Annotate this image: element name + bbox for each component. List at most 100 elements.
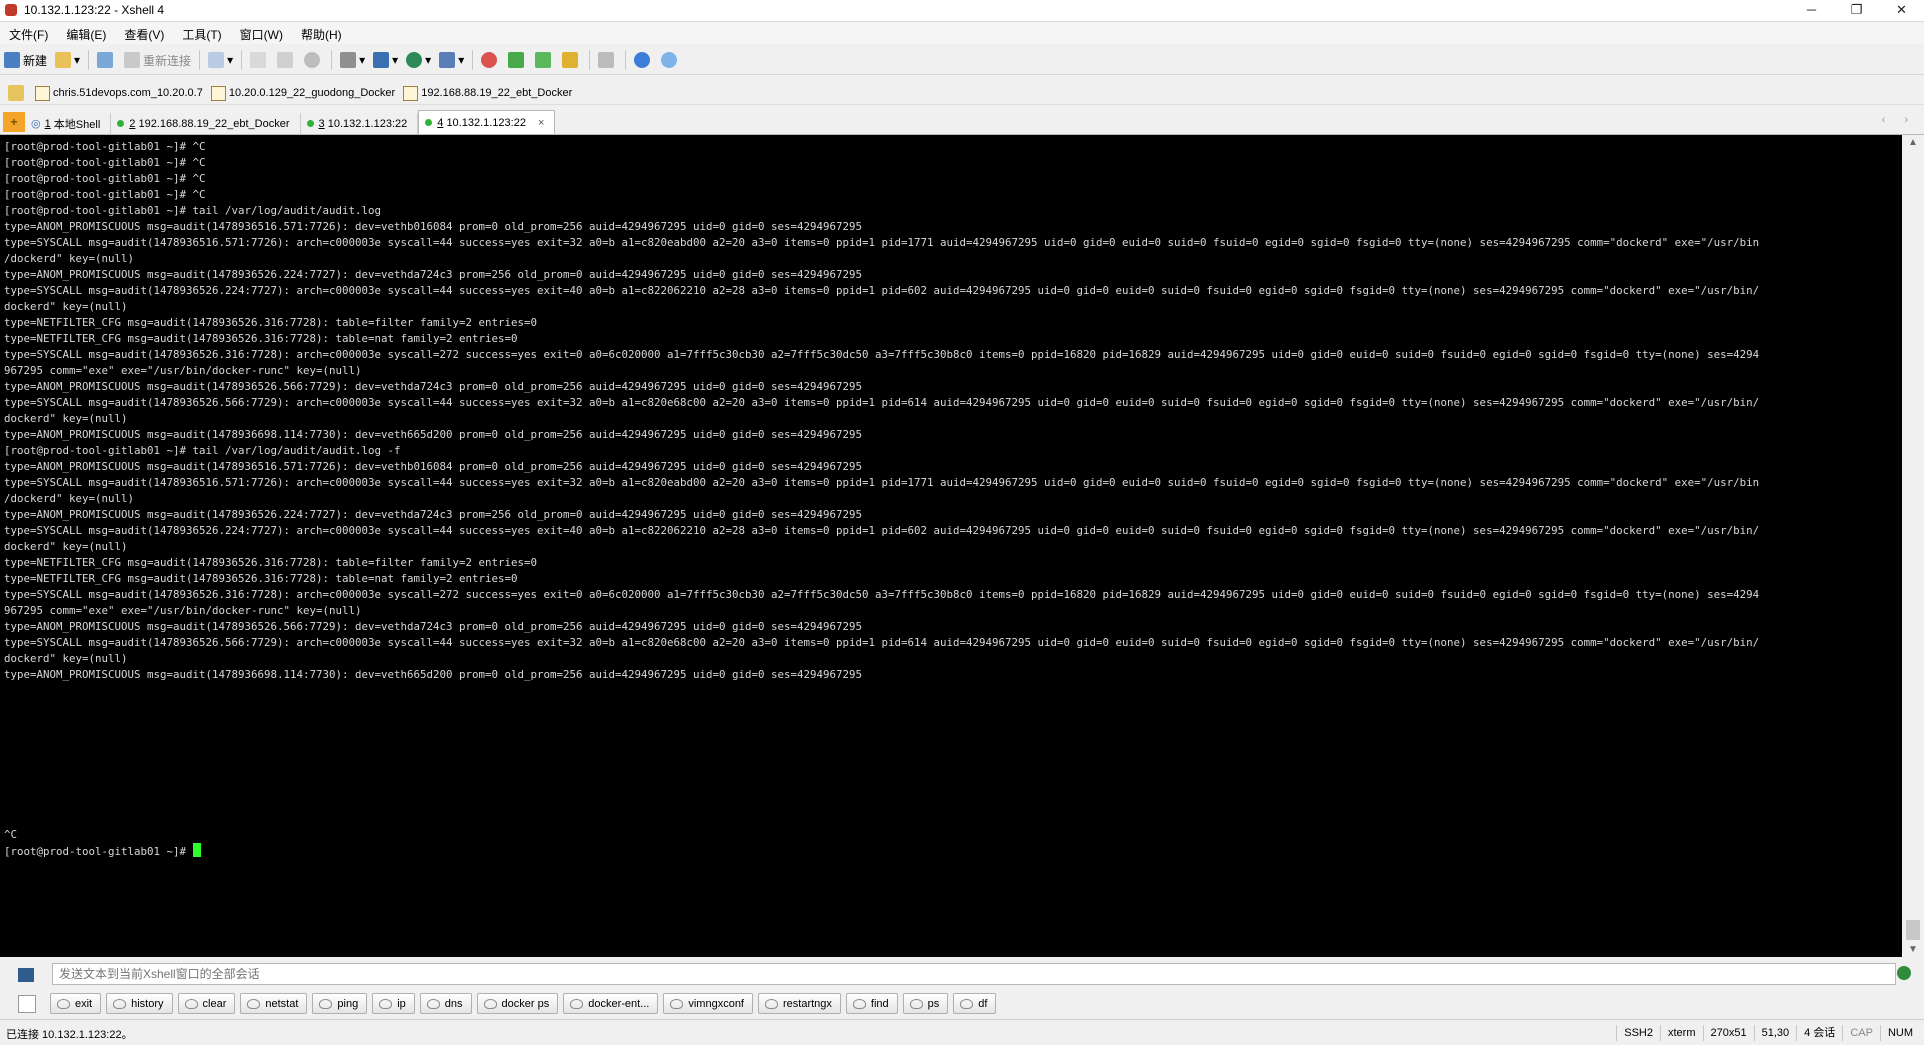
cloud-icon [379, 998, 393, 1009]
menu-tools[interactable]: 工具(T) [173, 22, 230, 44]
quick-command-button[interactable]: vimngxconf [663, 993, 753, 1014]
find-button[interactable] [300, 49, 327, 71]
quick-command-button[interactable]: exit [50, 993, 102, 1014]
quick-command-label: docker-ent... [588, 997, 650, 1010]
status-protocol: SSH2 [1616, 1024, 1660, 1041]
quick-command-button[interactable]: find [845, 993, 898, 1014]
status-caps-lock: CAP [1842, 1024, 1880, 1041]
new-session-label: 新建 [23, 53, 48, 68]
tab-scroll-arrows[interactable]: ‹ › [1882, 114, 1916, 126]
link-item[interactable]: 10.20.0.129_22_guodong_Docker [210, 85, 395, 101]
link-icon [97, 52, 114, 68]
status-terminal-size: 270x51 [1702, 1024, 1754, 1041]
quick-command-label: docker ps [501, 997, 550, 1010]
quick-command-button[interactable]: clear [177, 993, 236, 1014]
menu-window[interactable]: 窗口(W) [231, 22, 292, 44]
scroll-down-icon[interactable]: ▼ [1908, 944, 1918, 955]
font-button[interactable]: ▾ [435, 49, 468, 71]
cloud-icon [765, 998, 778, 1009]
print-button[interactable]: ▾ [336, 49, 369, 71]
toolbar-divider [331, 50, 333, 70]
shell-icon: ◎ [31, 118, 41, 130]
status-terminal-type: xterm [1660, 1024, 1703, 1041]
quick-command-label: history [131, 997, 164, 1010]
xftp-icon [481, 52, 498, 68]
quick-command-menu-icon[interactable] [18, 994, 36, 1013]
keyboard-button[interactable] [594, 49, 621, 71]
link-label: 192.168.88.19_22_ebt_Docker [421, 87, 573, 99]
maximize-button[interactable]: ❐ [1834, 0, 1879, 21]
scrollbar-thumb[interactable] [1906, 920, 1920, 940]
quick-command-button[interactable]: docker ps [476, 993, 559, 1014]
help-button[interactable] [630, 49, 657, 71]
paste-button[interactable] [273, 49, 300, 71]
scroll-up-icon[interactable]: ▲ [1908, 137, 1918, 148]
tab-label: 10.132.1.123:22 [446, 116, 526, 129]
quick-command-button[interactable]: df [953, 993, 997, 1014]
cloud-icon [960, 998, 974, 1009]
connection-status: 已连接 10.132.1.123:22。 [6, 1029, 133, 1041]
connect-button[interactable] [93, 49, 120, 71]
quick-command-button[interactable]: netstat [240, 993, 308, 1014]
quick-command-label: ping [337, 997, 359, 1010]
transfer-icon [373, 52, 390, 68]
quick-command-bar: exit history clear netstat ping ip dns d… [0, 991, 1924, 1016]
terminal-scrollbar[interactable]: ▲ ▼ [1902, 135, 1924, 957]
quick-command-button[interactable]: ps [902, 993, 949, 1014]
tab-session-3[interactable]: 3 10.132.1.123:22 [301, 113, 419, 134]
quick-command-button[interactable]: dns [419, 993, 472, 1014]
xmanager-button[interactable] [504, 49, 531, 71]
link-item[interactable]: chris.51devops.com_10.20.0.7 [35, 85, 203, 101]
lock-button[interactable] [558, 49, 585, 71]
menu-file[interactable]: 文件(F) [0, 22, 57, 44]
close-button[interactable]: ✕ [1879, 0, 1924, 21]
link-item[interactable]: 192.168.88.19_22_ebt_Docker [403, 85, 573, 101]
close-tab-icon[interactable]: × [538, 117, 544, 129]
copy-button[interactable] [246, 49, 273, 71]
cloud-icon [670, 998, 684, 1009]
links-folder-icon[interactable] [8, 85, 24, 101]
quick-command-label: dns [444, 997, 463, 1010]
session-icon [210, 85, 226, 101]
xftp-button[interactable] [477, 49, 504, 71]
cloud-icon [426, 998, 440, 1009]
terminal-log: [root@prod-tool-gitlab01 ~]# ^C [root@pr… [4, 140, 1760, 681]
layout-button[interactable] [531, 49, 558, 71]
menu-help[interactable]: 帮助(H) [292, 22, 351, 44]
quick-command-button[interactable]: ip [372, 993, 415, 1014]
menu-view[interactable]: 查看(V) [115, 22, 173, 44]
window-title: 10.132.1.123:22 - Xshell 4 [24, 3, 165, 17]
quick-command-button[interactable]: history [106, 993, 173, 1014]
add-tab-button[interactable]: + [3, 112, 25, 132]
tab-session-2[interactable]: 2 192.168.88.19_22_ebt_Docker [111, 113, 301, 134]
cloud-icon [483, 998, 497, 1009]
cloud-icon [319, 998, 333, 1009]
new-session-button[interactable]: 新建 [0, 49, 51, 71]
connected-dot-icon [117, 120, 125, 127]
properties-button[interactable]: ▾ [204, 49, 237, 71]
toolbar-divider [199, 50, 201, 70]
tab-local-shell[interactable]: ◎ 1 本地Shell [25, 113, 112, 134]
quick-command-button[interactable]: restartngx [758, 993, 841, 1014]
cloud-icon [570, 998, 584, 1009]
tab-session-4[interactable]: 4 10.132.1.123:22 × [418, 110, 556, 134]
open-folder-button[interactable]: ▾ [51, 49, 84, 71]
speech-bubble-icon [661, 52, 678, 68]
quick-command-button[interactable]: docker-ent... [563, 993, 659, 1014]
reconnect-button[interactable]: 重新连接 [120, 49, 195, 71]
send-icon[interactable] [1897, 966, 1911, 980]
help-icon [634, 52, 651, 68]
transfer-button[interactable]: ▾ [369, 49, 402, 71]
globe-button[interactable]: ▾ [402, 49, 435, 71]
terminal-area[interactable]: [root@prod-tool-gitlab01 ~]# ^C [root@pr… [0, 135, 1902, 957]
minimize-button[interactable]: ─ [1789, 0, 1834, 21]
toolbar-divider [88, 50, 90, 70]
quick-command-button[interactable]: ping [312, 993, 368, 1014]
compose-menu-icon[interactable] [18, 967, 34, 982]
compose-input[interactable] [52, 963, 1896, 985]
tab-label: 本地Shell [53, 118, 101, 131]
quick-command-label: find [870, 997, 889, 1010]
connected-dot-icon [306, 120, 314, 127]
chat-button[interactable] [657, 49, 684, 71]
menu-edit[interactable]: 编辑(E) [57, 22, 115, 44]
